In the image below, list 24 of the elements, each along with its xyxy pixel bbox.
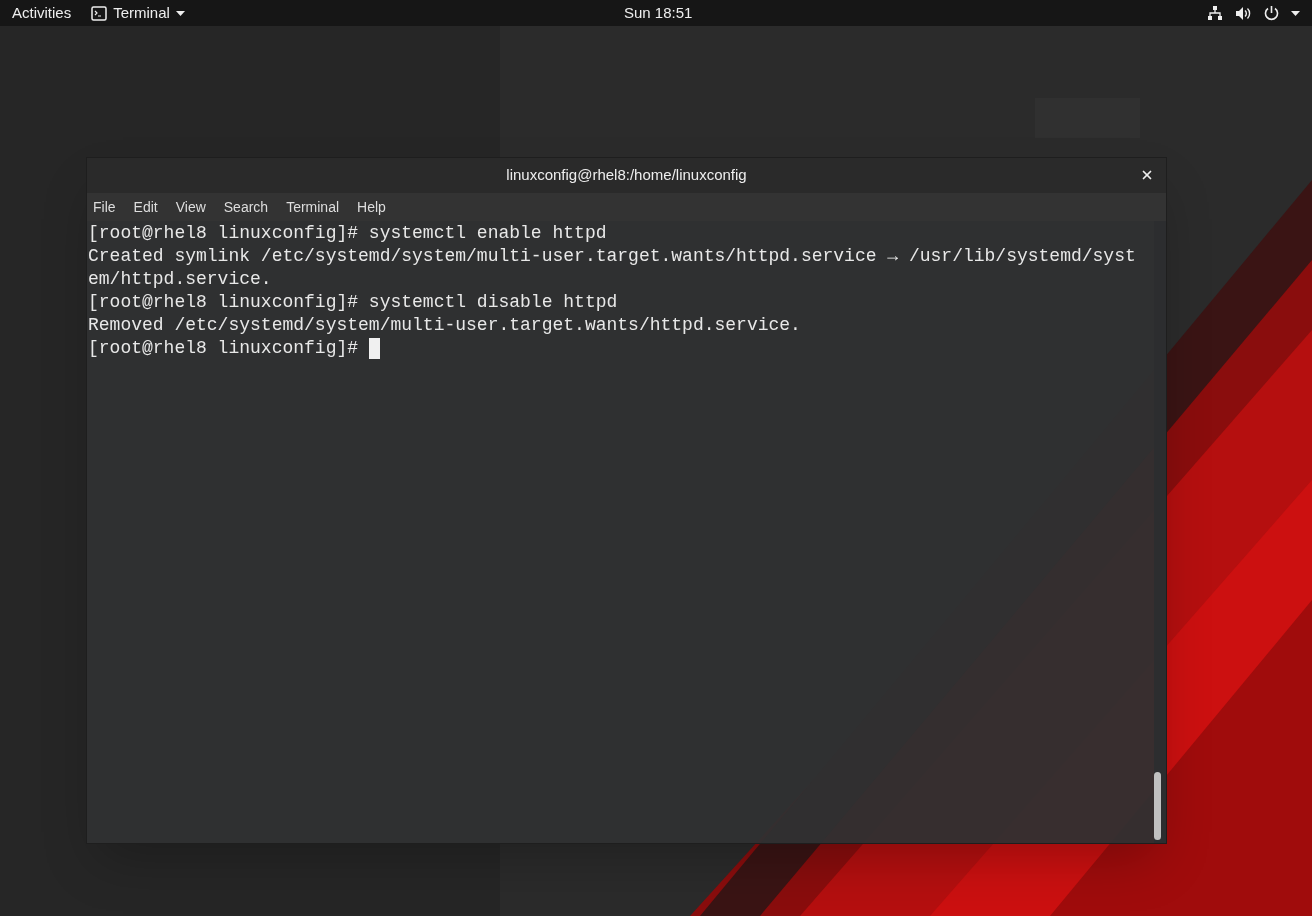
terminal-line: em/httpd.service. — [88, 268, 272, 291]
app-menu[interactable]: Terminal — [91, 1, 185, 25]
menu-item[interactable]: Terminal — [286, 196, 340, 218]
terminal-line: Created symlink /etc/systemd/system/multi-user.target.wants/httpd.service → /usr/lib/systemd/syst — [88, 245, 1136, 268]
caret-icon — [175, 10, 185, 16]
activities-button[interactable]: Activities — [12, 1, 72, 25]
network-icon[interactable] — [1207, 5, 1223, 21]
terminal-line: [root@rhel8 linuxconfig]# systemctl disable httpd — [88, 291, 618, 314]
caret-icon[interactable] — [1291, 10, 1300, 16]
menu-item[interactable]: File — [93, 196, 116, 218]
terminal-line: [root@rhel8 linuxconfig]# — [88, 337, 360, 360]
menu-item[interactable]: View — [175, 196, 206, 218]
clock[interactable]: Sun 18:51 — [624, 1, 693, 25]
menu-item[interactable]: Edit — [133, 196, 158, 218]
scrollbar-thumb[interactable] — [1154, 772, 1161, 840]
volume-icon[interactable] — [1235, 5, 1252, 21]
terminal-line: Removed /etc/systemd/system/multi-user.target.wants/httpd.service. — [88, 314, 801, 337]
close-button[interactable] — [1140, 168, 1154, 182]
power-icon[interactable] — [1264, 5, 1279, 21]
window-title: linuxconfig@rhel8:/home/linuxconfig — [506, 165, 747, 186]
menu-item[interactable]: Help — [357, 196, 386, 218]
terminal-icon — [91, 5, 108, 21]
terminal-line: [root@rhel8 linuxconfig]# systemctl enable httpd — [88, 222, 607, 245]
menu-item[interactable]: Search — [223, 196, 269, 218]
